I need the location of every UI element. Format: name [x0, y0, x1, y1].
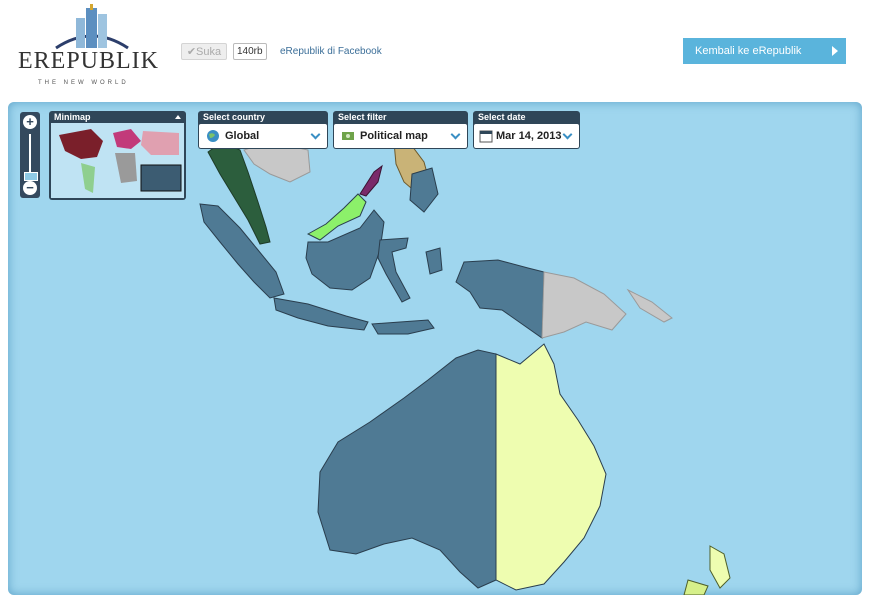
select-date-dropdown[interactable]: Select date Mar 14, 2013 [473, 111, 580, 149]
region-png [541, 271, 627, 339]
select-filter-label: Select filter [338, 112, 387, 122]
like-count: 140rb [233, 43, 267, 60]
region-papua-indonesia [455, 259, 545, 339]
back-button-label: Kembali ke eRepublik [695, 45, 802, 57]
calendar-icon [479, 130, 493, 143]
minimap-panel[interactable]: Minimap [49, 111, 186, 200]
region-palawan [359, 164, 383, 197]
back-to-erepublik-button[interactable]: Kembali ke eRepublik [683, 38, 846, 64]
region-moluccas [425, 247, 443, 275]
select-filter-field[interactable]: Political map [334, 124, 467, 148]
select-date-label: Select date [478, 112, 526, 122]
region-mindanao [409, 167, 439, 213]
select-date-field[interactable]: Mar 14, 2013 [474, 124, 579, 148]
selected-country: Global [225, 130, 260, 142]
region-australia-west [317, 349, 497, 589]
select-country-dropdown[interactable]: Select country Global [198, 111, 328, 149]
minimap-title: Minimap [54, 112, 91, 122]
arrow-right-icon [832, 46, 838, 56]
minimap-view[interactable] [51, 123, 184, 198]
collapse-icon[interactable] [175, 115, 181, 119]
like-button[interactable]: ✔Suka [181, 43, 227, 60]
chevron-down-icon[interactable] [310, 129, 321, 140]
zoom-track[interactable] [29, 134, 31, 174]
world-minimap [59, 129, 182, 193]
region-new-zealand-north [709, 545, 731, 589]
logo-tagline: THE NEW WORLD [38, 80, 129, 86]
zoom-control: + − [20, 112, 40, 198]
region-australia-east [495, 343, 607, 591]
region-solomons [626, 288, 673, 323]
select-country-field[interactable]: Global [199, 124, 327, 148]
chevron-down-icon[interactable] [450, 129, 461, 140]
skyline-icon [55, 4, 129, 50]
logo-wordmark: EREPUBLIK [18, 48, 159, 74]
region-lesser-sunda [371, 319, 435, 335]
map-viewport[interactable]: + − Minimap Select country Global Select [8, 102, 862, 595]
region-sulawesi [377, 237, 411, 303]
selected-date: Mar 14, 2013 [496, 130, 562, 142]
selected-filter: Political map [360, 130, 428, 142]
region-sumatra [199, 203, 285, 299]
zoom-out-button[interactable]: − [23, 181, 37, 195]
zoom-in-button[interactable]: + [23, 115, 37, 129]
region-java [273, 297, 369, 331]
globe-icon [207, 130, 219, 142]
erepublik-logo[interactable] [14, 4, 164, 90]
select-country-label: Select country [203, 112, 266, 122]
site-header: EREPUBLIK THE NEW WORLD ✔Suka 140rb eRep… [0, 0, 869, 100]
facebook-link[interactable]: eRepublik di Facebook [280, 46, 382, 57]
money-icon [342, 132, 354, 140]
chevron-down-icon[interactable] [562, 129, 573, 140]
region-new-zealand-south [683, 579, 709, 595]
select-filter-dropdown[interactable]: Select filter Political map [333, 111, 468, 149]
